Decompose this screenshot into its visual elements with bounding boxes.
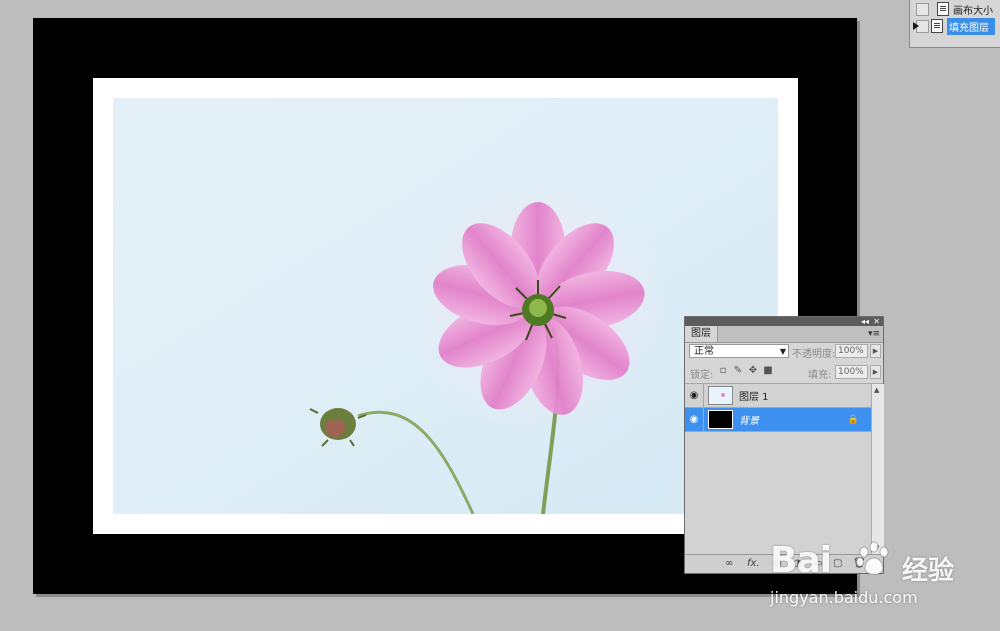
panel-menu-icon[interactable]: ▾≡ [868,329,880,339]
scroll-up-icon[interactable]: ▲ [874,386,879,394]
history-step-icon [931,19,943,33]
blend-mode-select[interactable]: 正常 ▼ [689,344,789,358]
fill-label: 填充: [808,370,832,381]
lock-all-icon[interactable]: ■ [763,366,773,376]
eye-icon[interactable]: ◉ [685,384,704,407]
layer-thumbnail [708,386,733,405]
lock-transparent-icon[interactable]: ▫ [718,366,728,376]
layer-row-layer1[interactable]: ◉ 图层 1 [685,384,871,408]
blend-opacity-row: 正常 ▼ 不透明度: 100% ▶ [688,344,881,360]
history-item-fill-layer[interactable]: 填充图层 [910,17,1000,35]
close-icon[interactable]: ✕ [873,317,880,326]
opacity-label: 不透明度: [792,349,836,360]
history-item-label: 画布大小 [953,5,993,17]
layer-name[interactable]: 图层 1 [739,388,769,403]
eye-icon[interactable]: ◉ [685,408,704,431]
history-item-canvas-size[interactable]: 画布大小 [910,1,1000,17]
watermark-brand: Bai [770,540,832,581]
history-item-label: 填充图层 [947,17,995,35]
layer-row-background[interactable]: ◉ 背景 🔒 [685,408,871,432]
baidu-paw-icon [856,541,889,575]
watermark-brand-cn: 经验 [902,556,955,586]
fill-input[interactable]: 100% [835,365,868,379]
panel-tab-bar: 图层 ▾≡ [685,326,883,343]
opacity-slider-toggle[interactable]: ▶ [870,344,881,358]
baidu-watermark: Bai 经验 jingyan.baidu.com [770,520,1000,630]
tab-layers[interactable]: 图层 [685,326,718,342]
link-layers-icon[interactable]: ∞ [725,558,733,569]
lock-move-icon[interactable]: ✥ [748,366,758,376]
flower-illustration [113,98,778,514]
flower-photo [113,98,778,514]
collapse-icon[interactable]: ◂◂ [861,317,869,326]
chevron-down-icon: ▼ [779,347,786,356]
lock-brush-icon[interactable]: ✎ [733,366,743,376]
history-checkbox[interactable] [916,2,929,16]
layer-thumbnail [708,410,733,429]
blend-mode-value: 正常 [694,346,714,357]
fill-slider-toggle[interactable]: ▶ [870,365,881,379]
layer-name[interactable]: 背景 [739,412,759,427]
lock-label: 锁定: [690,370,714,381]
panel-title-bar[interactable]: ◂◂ ✕ [685,317,883,326]
history-state-arrow-icon [913,22,919,30]
watermark-url: jingyan.baidu.com [770,588,918,607]
opacity-input[interactable]: 100% [835,344,868,358]
lock-icon: 🔒 [847,414,859,425]
history-step-icon [937,2,949,16]
lock-fill-row: 锁定: ▫ ✎ ✥ ■ 填充: 100% ▶ [688,365,881,381]
history-panel: 画布大小 填充图层 [909,0,1000,48]
fx-icon[interactable]: fx. [747,558,760,569]
